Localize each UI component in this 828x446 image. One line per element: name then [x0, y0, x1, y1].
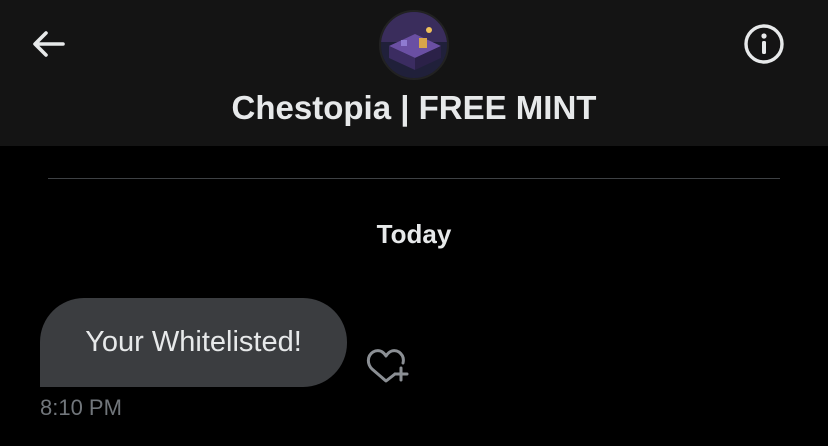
avatar[interactable]: [379, 10, 449, 80]
heart-plus-icon: [366, 349, 409, 383]
message-bubble[interactable]: Your Whitelisted!: [40, 298, 347, 387]
conversation-info-button[interactable]: [740, 22, 788, 66]
message-timestamp: 8:10 PM: [40, 395, 122, 420]
back-button[interactable]: [24, 22, 72, 66]
divider: [48, 178, 780, 179]
arrow-left-icon: [33, 31, 65, 57]
react-button[interactable]: [364, 342, 412, 386]
info-circle-icon: [744, 24, 784, 64]
avatar-image: [381, 12, 447, 78]
message-text: Your Whitelisted!: [85, 326, 302, 358]
conversation-title[interactable]: Chestopia | FREE MINT: [0, 86, 828, 130]
day-separator: Today: [376, 219, 452, 249]
conversation-header: Chestopia | FREE MINT: [0, 0, 828, 146]
